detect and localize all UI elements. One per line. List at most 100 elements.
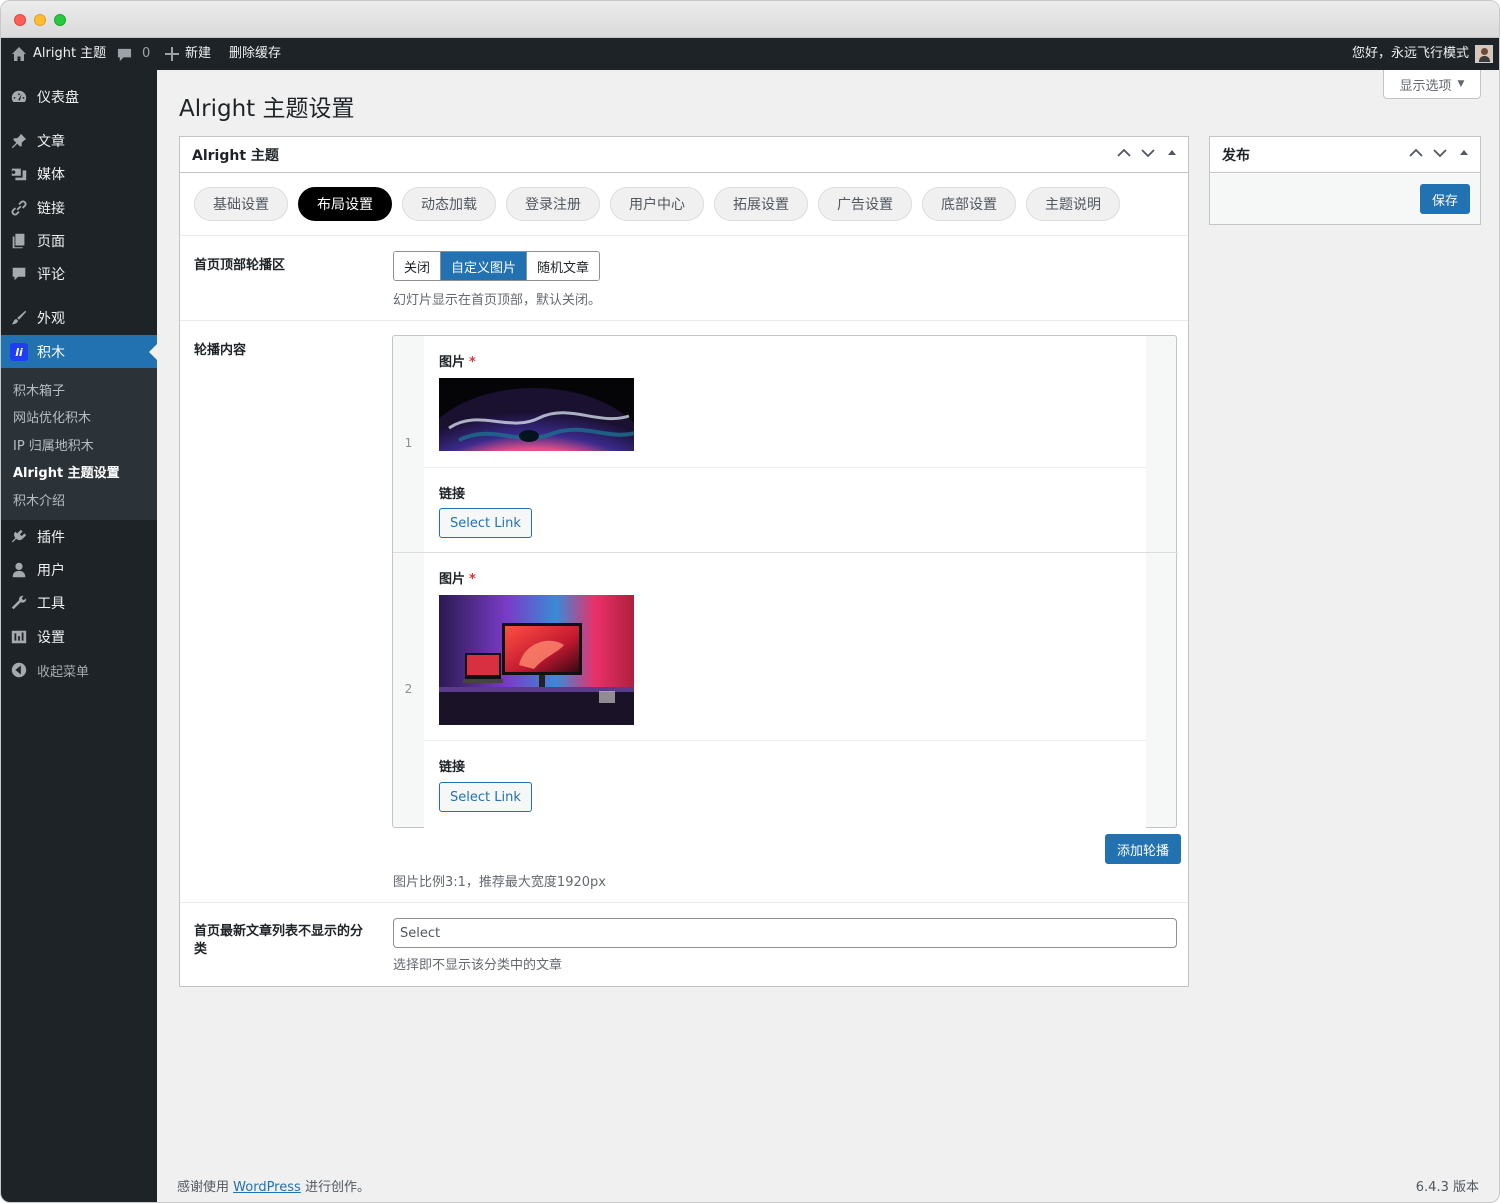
media-icon (11, 168, 27, 181)
sidebar-item-tools[interactable]: 工具 (1, 586, 157, 620)
submenu-item-seo[interactable]: 网站优化积木 (13, 407, 91, 426)
sidebar-item-appearance[interactable]: 外观 (1, 301, 157, 335)
link-field: 链接 Select Link (424, 741, 1146, 827)
zoom-window-button[interactable] (54, 14, 66, 26)
save-button[interactable]: 保存 (1420, 184, 1471, 214)
plugin-icon (11, 529, 27, 543)
slide-image-thumbnail[interactable] (439, 595, 634, 725)
submenu-item-alright-settings[interactable]: Alright 主题设置 (13, 462, 120, 481)
screen-options-button[interactable]: 显示选项 ▼ (1383, 70, 1481, 99)
move-down-icon[interactable] (1140, 145, 1156, 161)
postbox-title: Alright 主题 (192, 147, 279, 164)
new-label: 新建 (185, 46, 212, 61)
slider-option-off[interactable]: 关闭 (394, 252, 442, 280)
tab-theme-info[interactable]: 主题说明 (1026, 187, 1120, 221)
new-content-link[interactable]: 新建 (165, 38, 211, 70)
exclude-categories-select[interactable]: Select (393, 918, 1177, 948)
greeting-text: 您好，永远飞行模式 (1351, 46, 1469, 61)
caret-down-icon: ▼ (1457, 79, 1465, 89)
slide-image-thumbnail[interactable] (439, 378, 634, 451)
sidebar-item-comments[interactable]: 评论 (1, 257, 157, 291)
image-field-label: 图片 * (439, 572, 476, 587)
move-up-icon[interactable] (1116, 145, 1132, 161)
collapse-menu-button[interactable]: 收起菜单 (1, 653, 157, 687)
select-link-button[interactable]: Select Link (439, 508, 532, 538)
home-icon (12, 47, 26, 61)
user-icon (12, 562, 26, 578)
sidebar-item-media[interactable]: 媒体 (1, 157, 157, 191)
slider-option-custom-image[interactable]: 自定义图片 (441, 252, 528, 280)
sidebar-item-label: 积木 (37, 345, 65, 361)
account-menu[interactable]: 您好，永远飞行模式 (1352, 38, 1493, 70)
close-window-button[interactable] (14, 14, 26, 26)
submenu-item-ip-location[interactable]: IP 归属地积木 (13, 435, 94, 454)
slider-option-random-post[interactable]: 随机文章 (527, 252, 600, 280)
postbox-header: Alright 主题 (180, 137, 1188, 173)
admin-sidebar: 仪表盘 文章 媒体 链接 页面 评论 外观 li 积木 积木箱子 网站优化积木 … (1, 70, 157, 1202)
site-name: Alright 主题 (33, 46, 107, 61)
settings-icon (11, 630, 27, 644)
sidebar-item-label: 评论 (37, 267, 65, 283)
divider (180, 902, 1188, 903)
postbox-header: 发布 (1210, 137, 1480, 173)
tab-footer[interactable]: 底部设置 (922, 187, 1016, 221)
tab-login-register[interactable]: 登录注册 (506, 187, 600, 221)
clear-cache-link[interactable]: 删除缓存 (229, 38, 281, 70)
link-field-label: 链接 (439, 487, 466, 502)
slider-area-label: 首页顶部轮播区 (194, 258, 286, 273)
site-home-link[interactable]: Alright 主题 (11, 38, 106, 70)
submenu-item-jimu-box[interactable]: 积木箱子 (13, 380, 65, 399)
repeater-item-index[interactable]: 2 (393, 682, 424, 696)
dashboard-icon (11, 90, 27, 102)
select-placeholder: Select (400, 925, 441, 941)
collapse-icon (11, 662, 27, 678)
slider-content-label: 轮播内容 (194, 343, 247, 358)
sidebar-item-label: 媒体 (37, 167, 65, 183)
move-up-icon[interactable] (1408, 145, 1424, 161)
move-down-icon[interactable] (1432, 145, 1448, 161)
sidebar-item-dashboard[interactable]: 仪表盘 (1, 80, 157, 114)
sidebar-item-posts[interactable]: 文章 (1, 124, 157, 158)
sidebar-item-settings[interactable]: 设置 (1, 620, 157, 654)
browser-window: Alright 主题 0 新建 删除缓存 您好，永远飞行模式 仪表盘 文章 媒体… (0, 0, 1500, 1203)
clear-cache-label: 删除缓存 (229, 46, 282, 61)
link-icon (11, 200, 27, 216)
sidebar-item-users[interactable]: 用户 (1, 553, 157, 587)
comments-count: 0 (142, 46, 151, 61)
comment-icon (117, 48, 132, 61)
select-link-button[interactable]: Select Link (439, 782, 532, 812)
admin-bar: Alright 主题 0 新建 删除缓存 您好，永远飞行模式 (1, 38, 1499, 70)
wrench-icon (11, 595, 27, 610)
sidebar-item-jimu[interactable]: li 积木 (1, 335, 157, 369)
toggle-panel-icon[interactable] (1164, 145, 1180, 161)
repeater-item-index[interactable]: 1 (393, 436, 424, 450)
minimize-window-button[interactable] (34, 14, 46, 26)
sidebar-item-label: 工具 (37, 596, 65, 612)
sidebar-item-label: 插件 (37, 530, 65, 546)
add-slide-button[interactable]: 添加轮播 (1105, 834, 1182, 864)
exclude-categories-label: 首页最新文章列表不显示的分类 (194, 924, 364, 957)
wordpress-link[interactable]: WordPress (233, 1180, 301, 1195)
jimu-logo-icon: li (10, 343, 28, 361)
comments-link[interactable]: 0 (117, 38, 150, 70)
comment-icon (12, 267, 26, 281)
tab-dynamic-load[interactable]: 动态加载 (402, 187, 496, 221)
slider-area-toggle: 关闭 自定义图片 随机文章 (393, 251, 601, 281)
tab-extension[interactable]: 拓展设置 (714, 187, 808, 221)
image-field-label: 图片 * (439, 355, 476, 370)
tab-user-center[interactable]: 用户中心 (610, 187, 704, 221)
tab-ads[interactable]: 广告设置 (818, 187, 912, 221)
sidebar-item-pages[interactable]: 页面 (1, 224, 157, 258)
submenu-item-jimu-intro[interactable]: 积木介绍 (13, 490, 65, 509)
sidebar-item-links[interactable]: 链接 (1, 191, 157, 225)
slider-repeater: 1 图片 * 链接 Select Link 2 图片 * 链接 Select L… (392, 335, 1178, 828)
pin-icon (11, 133, 27, 149)
toggle-panel-icon[interactable] (1456, 145, 1472, 161)
bubble-image (439, 378, 634, 451)
tab-basic[interactable]: 基础设置 (194, 187, 288, 221)
sidebar-item-plugins[interactable]: 插件 (1, 520, 157, 554)
page-title: Alright 主题设置 (179, 96, 355, 122)
settings-postbox: Alright 主题 基础设置 布局设置 动态加载 登录注册 用户中心 拓展设置… (179, 136, 1189, 987)
paintbrush-icon (11, 310, 27, 325)
tab-layout[interactable]: 布局设置 (298, 187, 392, 221)
